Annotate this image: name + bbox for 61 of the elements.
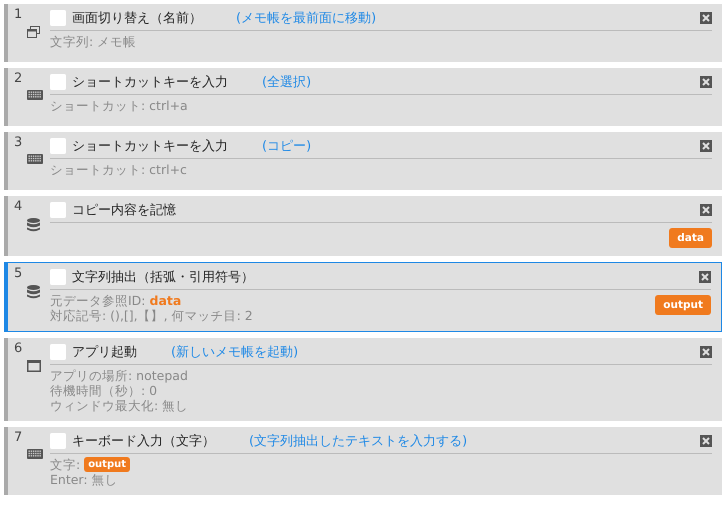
checkbox[interactable] [50,10,66,26]
step-title: キーボード入力（文字） [72,433,215,450]
step-detail: アプリの場所: notepad [50,368,188,383]
step-comment: (新しいメモ帳を起動) [171,344,298,361]
step-title: 文字列抽出（括弧・引用符号） [72,269,254,286]
step-detail: 文字: [50,457,82,472]
step-number: 7 [14,430,24,445]
step-detail: 文字列: メモ帳 [50,34,136,49]
window-icon [27,360,41,372]
step-detail: Enter: 無し [50,472,118,487]
step-number: 4 [14,199,24,214]
step-title: ショートカットキーを入力 [72,138,228,155]
step-card[interactable]: 5 文字列抽出（括弧・引用符号） 元データ参照ID: data 対応記号: (),[],【】, 何マッチ目: 2 output [4,262,722,332]
step-title: アプリ起動 [72,344,137,361]
step-number: 2 [14,71,24,86]
windows-icon [27,26,40,38]
output-tag: output [655,295,711,315]
output-tag: data [669,228,712,248]
close-button[interactable] [700,12,712,24]
step-card[interactable]: 6 アプリ起動 (新しいメモ帳を起動) アプリの場所: notepad 待機時間（秒）: 0 ウィンドウ最大化: 無し [4,338,722,421]
close-button[interactable] [700,435,712,447]
variable-reference: data [150,293,182,308]
step-detail: 元データ参照ID: [50,293,147,308]
database-icon [27,218,40,232]
step-number: 1 [14,7,24,22]
step-detail: ショートカット: ctrl+c [50,162,187,177]
step-title: 画面切り替え（名前） [72,10,202,27]
step-number: 3 [14,135,24,150]
step-comment: (全選択) [262,74,312,91]
step-card[interactable]: 1 画面切り替え（名前） (メモ帳を最前面に移動) 文字列: メモ帳 [4,4,722,62]
close-button[interactable] [699,271,711,283]
step-detail: ウィンドウ最大化: 無し [50,398,188,413]
step-card[interactable]: 7 キーボード入力（文字） (文字列抽出したテキストを入力する) 文字: output Enter: 無し [4,427,722,495]
variable-tag: output [84,457,130,472]
close-button[interactable] [700,76,712,88]
database-icon [27,285,40,299]
step-card[interactable]: 4 コピー内容を記憶 data [4,196,722,256]
step-comment: (文字列抽出したテキストを入力する) [249,433,468,450]
step-title: ショートカットキーを入力 [72,74,228,91]
step-title: コピー内容を記憶 [72,202,176,219]
step-number: 5 [14,266,24,281]
keyboard-icon [27,90,43,100]
close-button[interactable] [700,346,712,358]
step-detail: 対応記号: (),[],【】, 何マッチ目: 2 [50,308,253,323]
step-detail: 待機時間（秒）: 0 [50,383,158,398]
step-card[interactable]: 2 ショートカットキーを入力 (全選択) ショートカット: ctrl+a [4,68,722,126]
checkbox[interactable] [50,269,66,285]
step-detail: ショートカット: ctrl+a [50,98,188,113]
step-comment: (メモ帳を最前面に移動) [236,10,376,27]
step-number: 6 [14,341,24,356]
close-button[interactable] [700,204,712,216]
checkbox[interactable] [50,138,66,154]
checkbox[interactable] [50,74,66,90]
keyboard-icon [27,449,43,459]
keyboard-icon [27,154,43,164]
checkbox[interactable] [50,433,66,449]
checkbox[interactable] [50,202,66,218]
step-comment: (コピー) [262,138,312,155]
checkbox[interactable] [50,344,66,360]
close-button[interactable] [700,140,712,152]
step-card[interactable]: 3 ショートカットキーを入力 (コピー) ショートカット: ctrl+c [4,132,722,190]
